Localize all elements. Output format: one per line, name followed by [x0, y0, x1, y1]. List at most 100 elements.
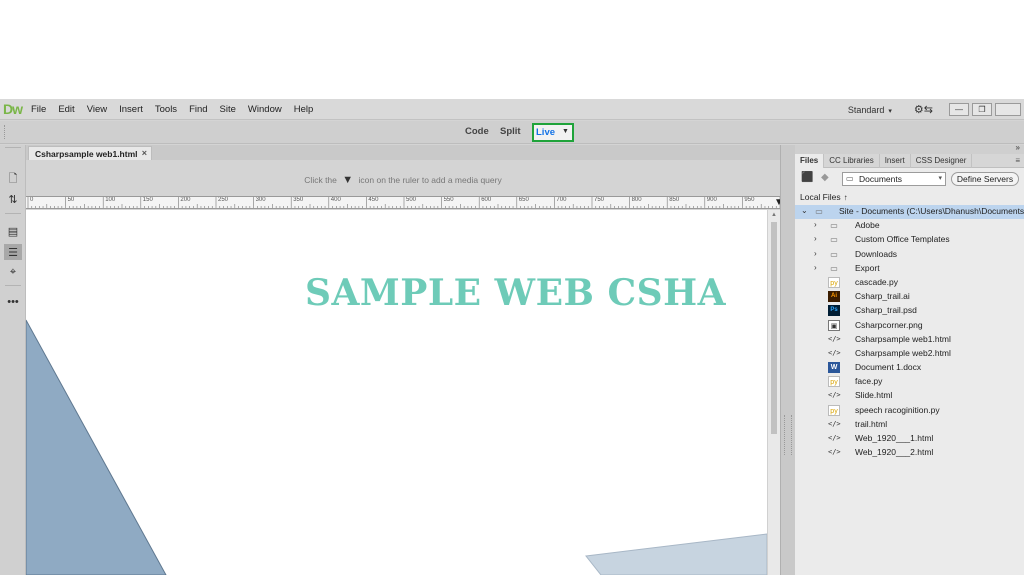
- panel-splitter[interactable]: [780, 145, 795, 575]
- vertical-scrollbar[interactable]: ▲: [767, 210, 780, 575]
- site-select[interactable]: ▭ Documents ▾: [842, 172, 946, 186]
- toolbar-grip[interactable]: [4, 125, 7, 139]
- mq-hint-before: Click the: [304, 175, 337, 185]
- ruler-tick-label: 300: [255, 197, 266, 203]
- file-row[interactable]: </> Web_1920___2.html: [795, 446, 1024, 460]
- panel-menu-icon[interactable]: ≡: [1015, 156, 1020, 165]
- word-file-icon: W: [828, 362, 840, 374]
- close-tab-icon[interactable]: ×: [142, 148, 147, 158]
- file-row[interactable]: py cascade.py: [795, 276, 1024, 290]
- dom-panel-icon[interactable]: ☰: [4, 244, 22, 260]
- close-button[interactable]: [995, 103, 1021, 116]
- horizontal-ruler[interactable]: 0 50 100 150 200 250 300 350 400 450 500 550 600 650 7…: [26, 196, 780, 209]
- ruler-tick-label: 50: [67, 197, 75, 203]
- open-documents-icon[interactable]: 🗋: [4, 171, 22, 187]
- document-tab-title: Csharpsample web1.html: [35, 149, 138, 159]
- file-row[interactable]: </> Csharpsample web1.html: [795, 333, 1024, 347]
- document-tab[interactable]: Csharpsample web1.html ×: [28, 146, 152, 160]
- tab-files[interactable]: Files: [795, 154, 825, 168]
- ruler-tick-label: 250: [218, 197, 229, 203]
- file-name: Downloads: [855, 248, 898, 259]
- tab-css-designer[interactable]: CSS Designer: [911, 154, 973, 168]
- dreamweaver-window: Dw File Edit View Insert Tools Find Site Window…: [0, 99, 1024, 575]
- chevron-right-icon[interactable]: ›: [814, 220, 817, 229]
- document-tab-bar: Csharpsample web1.html ×: [26, 145, 780, 160]
- menu-item-window[interactable]: Window: [242, 99, 288, 120]
- code-file-icon: </>: [828, 334, 841, 343]
- file-row[interactable]: W Document 1.docx: [795, 361, 1024, 375]
- code-view-button[interactable]: Code: [465, 126, 489, 137]
- menu-item-find[interactable]: Find: [183, 99, 213, 120]
- left-toolbar: 🗋 ⇅ ▤ ☰ ⌖ •••: [0, 145, 26, 575]
- target-icon[interactable]: ⌖: [4, 264, 22, 280]
- tab-cc-libraries[interactable]: CC Libraries: [824, 154, 880, 168]
- folder-row[interactable]: › ▭ Export: [795, 262, 1024, 276]
- toolbar-divider: [5, 213, 21, 214]
- menu-item-file[interactable]: File: [25, 99, 52, 120]
- menu-item-help[interactable]: Help: [288, 99, 320, 120]
- splitter-grip[interactable]: [784, 415, 792, 455]
- file-row[interactable]: </> Slide.html: [795, 389, 1024, 403]
- scroll-up-icon[interactable]: ▲: [771, 212, 777, 218]
- ruler-tick-label: 600: [481, 197, 492, 203]
- local-files-label: Local Files: [800, 192, 841, 202]
- ruler-tick-label: 0: [30, 197, 34, 203]
- folder-row[interactable]: › ▭ Adobe: [795, 219, 1024, 233]
- menu-item-insert[interactable]: Insert: [113, 99, 149, 120]
- chevron-right-icon[interactable]: ›: [814, 234, 817, 243]
- toolbar-divider: [5, 147, 21, 148]
- folder-row[interactable]: › ▭ Custom Office Templates: [795, 233, 1024, 247]
- file-name: Web_1920___1.html: [855, 433, 934, 443]
- minimize-button[interactable]: —: [949, 103, 969, 116]
- inspect-icon[interactable]: ▤: [4, 223, 22, 239]
- file-row[interactable]: </> Web_1920___1.html: [795, 432, 1024, 446]
- file-row[interactable]: </> Csharpsample web2.html: [795, 347, 1024, 361]
- chevron-down-icon[interactable]: ⌄: [801, 206, 808, 215]
- menu-item-tools[interactable]: Tools: [149, 99, 183, 120]
- local-files-header[interactable]: Local Files ↑: [800, 192, 848, 202]
- chevron-right-icon[interactable]: ›: [814, 263, 817, 272]
- workspace-switcher[interactable]: Standard ▾: [848, 105, 892, 115]
- menu-item-edit[interactable]: Edit: [52, 99, 80, 120]
- ruler-tick-label: 400: [330, 197, 341, 203]
- python-file-icon: py: [828, 276, 840, 288]
- chevron-down-icon[interactable]: ▼: [562, 128, 569, 135]
- file-row[interactable]: Ps Csharp_trail.psd: [795, 304, 1024, 318]
- chevron-right-icon[interactable]: ›: [814, 249, 817, 258]
- ruler-tick-label: 650: [518, 197, 529, 203]
- file-row[interactable]: py speech racoginition.py: [795, 404, 1024, 418]
- file-row[interactable]: </> trail.html: [795, 418, 1024, 432]
- split-view-button[interactable]: Split: [500, 126, 521, 137]
- file-row[interactable]: py face.py: [795, 375, 1024, 389]
- tab-insert[interactable]: Insert: [880, 154, 911, 168]
- media-query-hint: Click the ▼ icon on the ruler to add a m…: [26, 160, 780, 196]
- illustrator-file-icon: Ai: [828, 291, 840, 303]
- panel-header: »: [795, 143, 1024, 154]
- file-row[interactable]: ▣ Csharpcorner.png: [795, 319, 1024, 333]
- ruler-tick-label: 200: [180, 197, 191, 203]
- file-row[interactable]: Ai Csharp_trail.ai: [795, 290, 1024, 304]
- page-headline[interactable]: SAMPLE WEB CSHA: [305, 272, 726, 314]
- collapse-panel-icon[interactable]: »: [1016, 143, 1020, 152]
- menu-item-view[interactable]: View: [81, 99, 113, 120]
- live-view-button[interactable]: Live ▼: [532, 123, 574, 142]
- define-servers-button[interactable]: Define Servers: [951, 172, 1019, 186]
- menu-item-site[interactable]: Site: [214, 99, 242, 120]
- chevron-down-icon: ▾: [938, 175, 942, 182]
- site-select-value: Documents: [859, 174, 902, 184]
- restore-button[interactable]: ❐: [972, 103, 992, 116]
- files-panel: » Files CC Libraries Insert CSS Designer…: [795, 143, 1024, 575]
- file-tree: ⌄ ▭ Site - Documents (C:\Users\Dhanush\D…: [795, 205, 1024, 460]
- file-name: Custom Office Templates: [855, 234, 950, 245]
- panel-tabs: Files CC Libraries Insert CSS Designer ≡: [795, 154, 1024, 168]
- folder-row[interactable]: › ▭ Downloads: [795, 248, 1024, 262]
- site-root-row[interactable]: ⌄ ▭ Site - Documents (C:\Users\Dhanush\D…: [795, 205, 1024, 220]
- live-view-canvas[interactable]: SAMPLE WEB CSHA: [26, 210, 767, 575]
- more-tools-icon[interactable]: •••: [4, 294, 22, 310]
- connect-server-icon[interactable]: ⬛: [801, 172, 813, 183]
- scrollbar-thumb[interactable]: [771, 222, 777, 434]
- code-file-icon: </>: [828, 434, 841, 442]
- file-management-icon[interactable]: ⇅: [4, 191, 22, 207]
- sync-icon[interactable]: ◆: [821, 172, 829, 183]
- sync-settings-icon[interactable]: ⚙⇆: [914, 103, 933, 116]
